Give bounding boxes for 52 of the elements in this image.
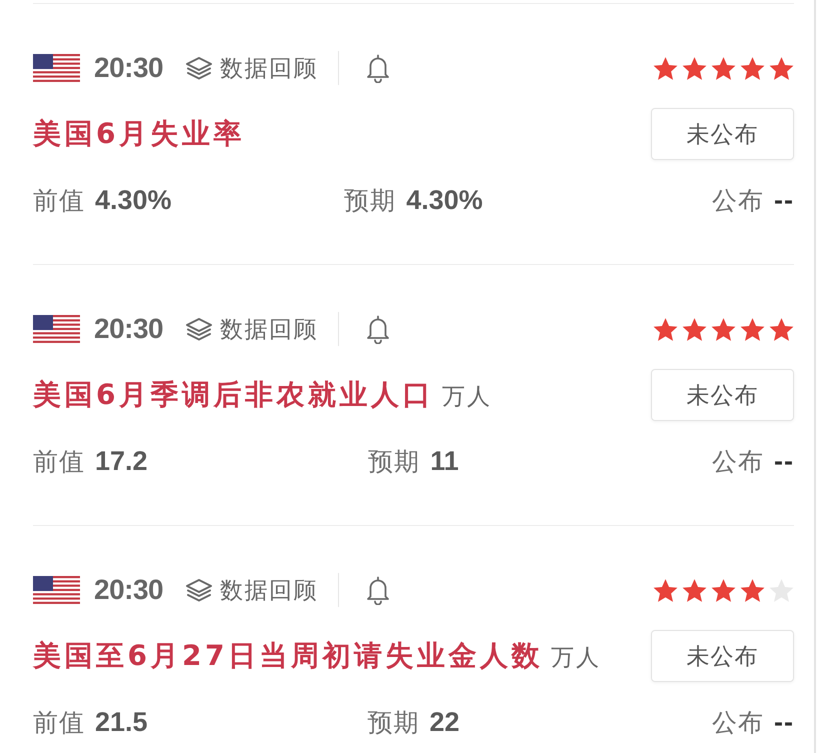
star-icon [769, 318, 794, 340]
previous-label: 前值 [33, 446, 85, 478]
event-title: 美国6月季调后非农就业人口 [33, 377, 434, 413]
star-icon [653, 578, 678, 602]
flag-icon [33, 315, 80, 343]
event-title: 美国至6月27日当周初请失业金人数 [33, 638, 543, 674]
unit-label: 万人 [550, 644, 601, 673]
event-title: 美国6月失业率 [33, 116, 245, 152]
forecast-label: 预期 [344, 184, 396, 216]
star-icon [711, 318, 736, 340]
star-icon [740, 318, 765, 340]
data-review-link[interactable]: 数据回顾 [185, 52, 318, 84]
unit-label: 万人 [442, 383, 492, 412]
forecast-label: 预期 [367, 706, 420, 738]
actual-value: -- [774, 446, 794, 476]
release-status-tag: 未公布 [651, 108, 794, 160]
star-icon [682, 56, 707, 80]
actual-label: 公布 [712, 184, 764, 216]
previous-label: 前值 [33, 706, 85, 738]
layers-icon [185, 317, 214, 341]
star-icon [711, 578, 736, 602]
data-review-link[interactable]: 数据回顾 [185, 314, 318, 344]
forecast-label: 预期 [368, 446, 420, 478]
star-icon [653, 318, 678, 340]
star-icon [711, 56, 736, 80]
flag-icon [33, 576, 80, 604]
previous-value: 17.2 [95, 446, 148, 476]
previous-value: 21.5 [95, 706, 148, 738]
flag-icon [33, 54, 80, 82]
star-icon [682, 578, 707, 602]
actual-label: 公布 [712, 706, 764, 738]
layers-icon [185, 56, 214, 80]
release-status-tag: 未公布 [651, 369, 794, 421]
previous-label: 前值 [33, 184, 85, 216]
actual-value: -- [774, 184, 794, 216]
star-icon [740, 56, 765, 80]
release-status-tag: 未公布 [651, 630, 794, 682]
previous-value: 4.30% [95, 184, 172, 216]
forecast-value: 4.30% [406, 184, 483, 216]
actual-value: -- [774, 706, 794, 738]
layers-icon [185, 578, 214, 602]
event-time: 20:30 [94, 52, 164, 84]
actual-label: 公布 [712, 446, 764, 478]
forecast-value: 11 [430, 446, 459, 476]
forecast-value: 22 [429, 706, 460, 738]
star-icon [740, 578, 765, 602]
star-icon [682, 318, 707, 340]
data-review-link[interactable]: 数据回顾 [185, 574, 318, 606]
event-time: 20:30 [94, 574, 164, 606]
event-time: 20:30 [94, 313, 164, 345]
star-icon [653, 56, 678, 80]
star-icon [769, 56, 794, 80]
